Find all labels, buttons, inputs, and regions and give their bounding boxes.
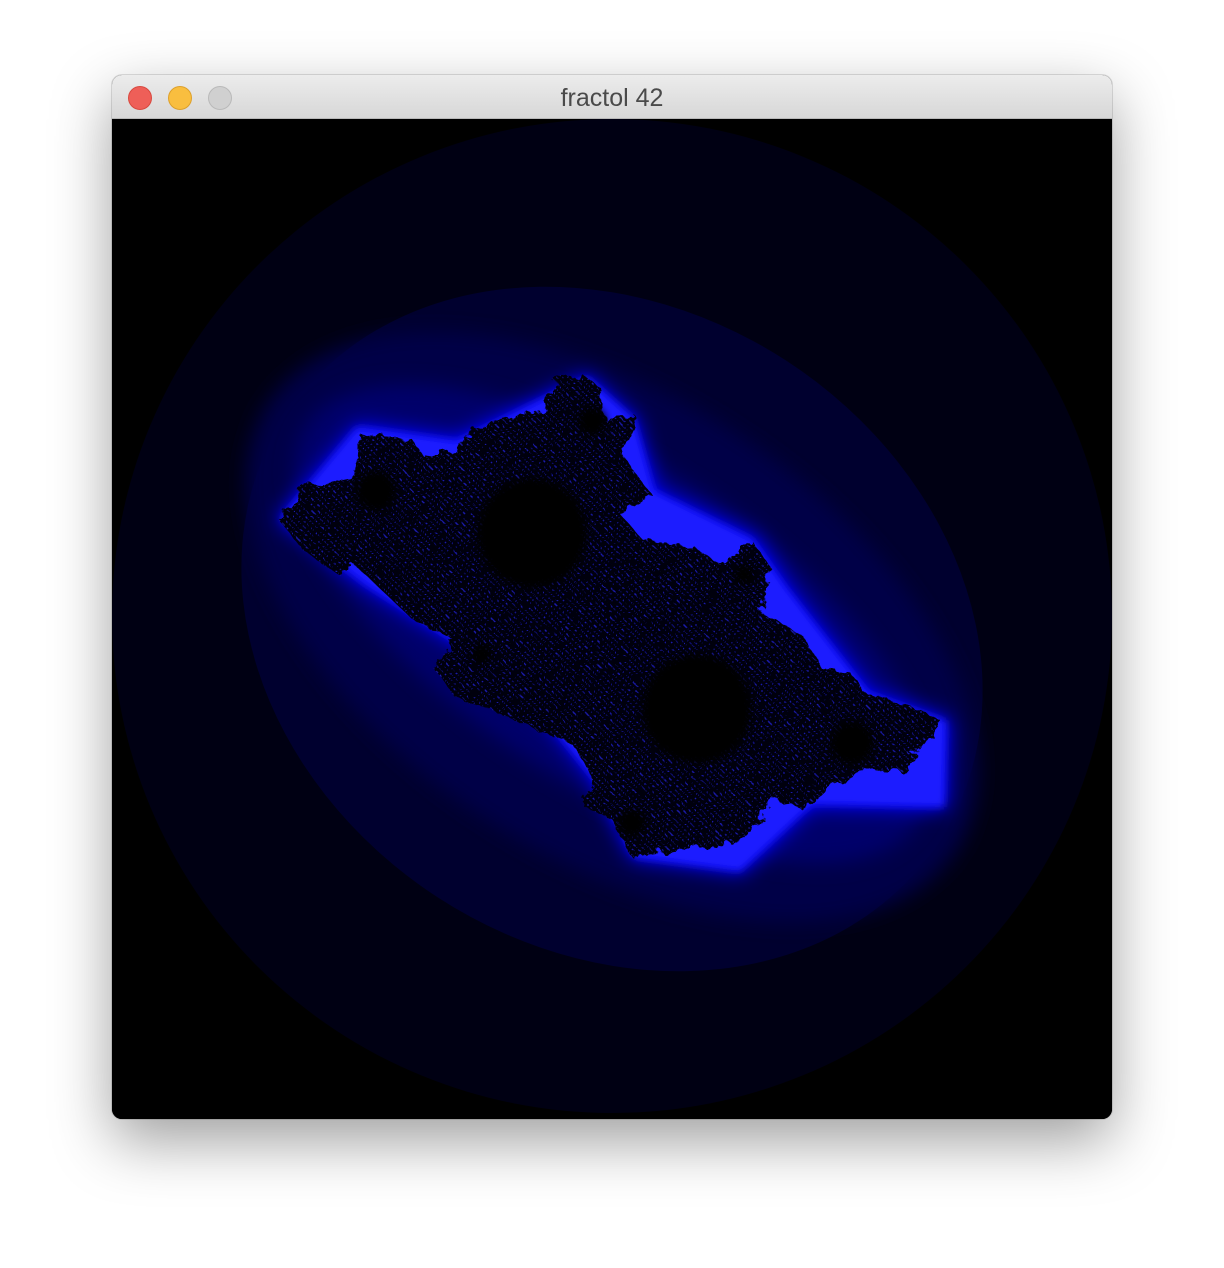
title-bar[interactable]: fractol 42 (112, 75, 1112, 119)
window-title: fractol 42 (560, 84, 664, 112)
julia-fractal-image (112, 119, 1112, 1119)
fractal-canvas[interactable] (112, 119, 1112, 1119)
app-window: fractol 42 (112, 75, 1112, 1119)
